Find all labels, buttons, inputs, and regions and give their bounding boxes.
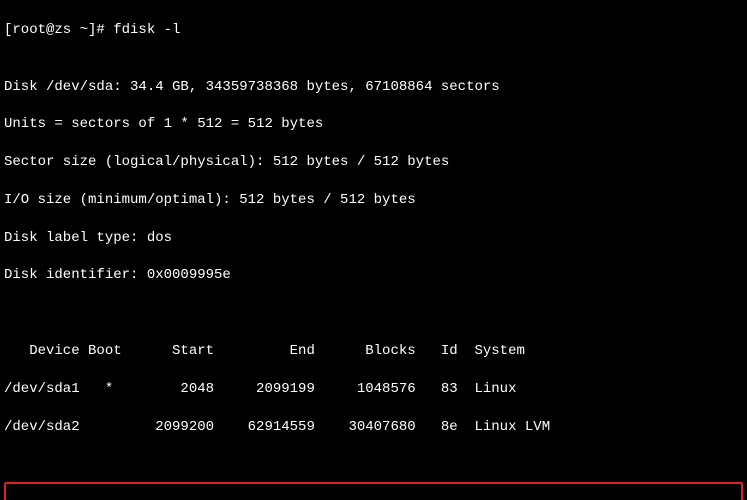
disk-sda-label-type: Disk label type: dos xyxy=(4,229,743,248)
table-row: /dev/sda2 2099200 62914559 30407680 8e L… xyxy=(4,418,743,437)
disk-sda-units: Units = sectors of 1 * 512 = 512 bytes xyxy=(4,115,743,134)
highlight-box: Disk /dev/sdb: 2147 MB, 2147483648 bytes… xyxy=(4,482,743,500)
prompt-text: [root@zs ~]# xyxy=(4,22,113,38)
table-row: /dev/sda1 * 2048 2099199 1048576 83 Linu… xyxy=(4,380,743,399)
shell-prompt: [root@zs ~]# fdisk -l xyxy=(4,22,180,38)
command-text[interactable]: fdisk -l xyxy=(113,22,180,38)
disk-sda-header: Disk /dev/sda: 34.4 GB, 34359738368 byte… xyxy=(4,78,743,97)
disk-sda-identifier: Disk identifier: 0x0009995e xyxy=(4,266,743,285)
partition-columns: Device Boot Start End Blocks Id System xyxy=(4,342,743,361)
terminal-output: [root@zs ~]# fdisk -l Disk /dev/sda: 34.… xyxy=(0,0,747,500)
disk-sda-io-size: I/O size (minimum/optimal): 512 bytes / … xyxy=(4,191,743,210)
blank-line xyxy=(4,40,743,59)
disk-sda-sector-size: Sector size (logical/physical): 512 byte… xyxy=(4,153,743,172)
blank-line xyxy=(4,304,743,323)
